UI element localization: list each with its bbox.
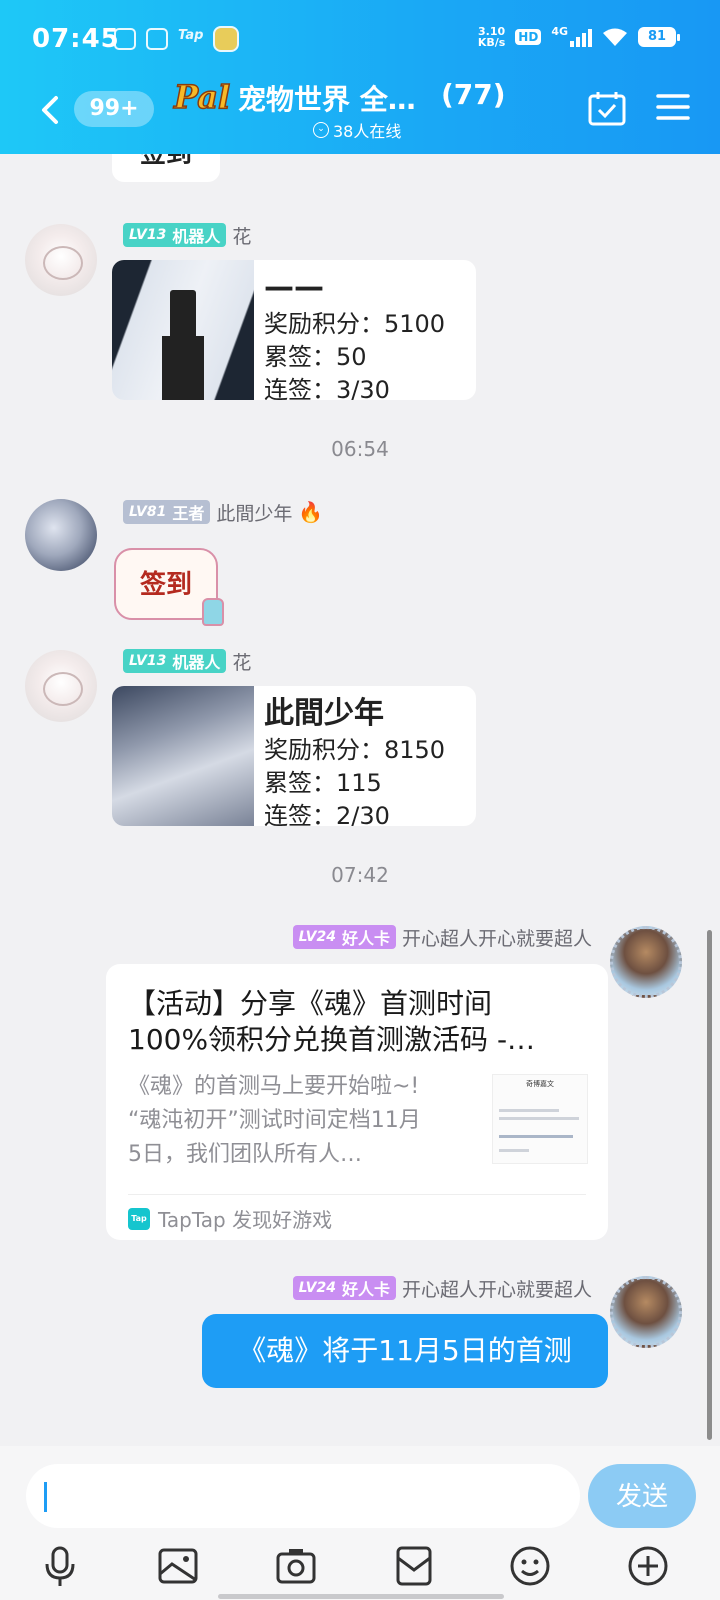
battery-icon: 81 [638,27,680,47]
sender-row: LV24 好人卡 开心超人开心就要超人 [292,924,592,951]
sender-row: LV13 机器人 花 [123,648,251,674]
message-bubble[interactable]: 《魂》将于11月5日的首测 [202,1314,608,1388]
mic-icon[interactable] [38,1544,82,1588]
back-button[interactable] [36,90,66,130]
checkin-card[interactable]: —— 奖励积分：5100 累签：50 连签：3/30 [112,260,476,400]
total-checkin-text: 累签：50 [264,343,367,371]
message-input[interactable] [26,1464,580,1528]
camera-icon[interactable] [274,1544,318,1588]
home-indicator[interactable] [218,1594,504,1599]
chat-area[interactable]: 签到 LV13 机器人 花 —— 奖励积分：5100 累签：50 连签：3/30 … [0,154,720,1446]
streak-text: 连签：3/30 [264,376,390,400]
shared-link-card[interactable]: 【活动】分享《魂》首测时间 100%领积分兑换首测激活码 -… 《魂》的首测马上… [106,964,608,1240]
card-title: 此間少年 [264,696,384,731]
total-checkin-text: 累签：115 [264,769,382,797]
streak-text: 连签：2/30 [264,802,390,826]
emoji-icon[interactable] [508,1544,552,1588]
input-toolbar [0,1538,720,1594]
nav-row: 99+ Pal 宠物世界 全… (77) ⌄ 38人在线 [0,70,720,150]
doc-icon [114,28,136,50]
bottle-icon [202,598,224,626]
online-status[interactable]: ⌄ 38人在线 [313,118,401,142]
divider [128,1194,586,1195]
scrollbar[interactable] [707,930,712,1440]
level-badge: LV81 王者 [123,500,211,524]
level-badge: LV13 机器人 [123,223,227,247]
card-image [112,260,254,400]
send-button[interactable]: 发送 [588,1464,696,1528]
time-separator: 07:42 [331,863,389,887]
sender-name[interactable]: 此間少年 [216,499,292,526]
avatar[interactable] [25,650,97,722]
points-text: 奖励积分：5100 [264,310,446,338]
group-logo: Pal [172,77,231,117]
status-bar: 07:45 Tap 3.10 KB/s HD 4G 81 [0,0,720,80]
link-title: 【活动】分享《魂》首测时间 100%领积分兑换首测激活码 -… [128,987,536,1056]
text-caret [44,1482,47,1512]
notification-icons: Tap [114,26,240,52]
message-bubble[interactable]: 签到 [112,154,220,182]
hd-icon: HD [515,29,542,45]
fire-icon: 🔥 [298,500,324,524]
input-area: 发送 [0,1446,720,1600]
link-thumbnail: 奇博嘉文 [492,1074,588,1164]
link-description: 《魂》的首测马上要开始啦~! “魂沌初开”测试时间定档11月 5日，我们团队所有… [128,1074,421,1167]
sender-name[interactable]: 开心超人开心就要超人 [402,924,592,951]
plus-icon[interactable] [626,1544,670,1588]
points-text: 奖励积分：8150 [264,736,446,764]
back-arrow-icon [42,96,58,124]
svg-text:Pal: Pal [173,78,230,116]
sticker[interactable]: 签到 [112,546,226,626]
sender-row: LV13 机器人 花 [123,222,251,248]
avatar[interactable] [25,499,97,571]
face-icon [146,28,168,50]
checkin-calendar-icon[interactable] [588,90,626,126]
unread-count-badge[interactable]: 99+ [74,91,154,127]
sender-name[interactable]: 花 [232,648,251,675]
taptap-logo-icon: Tap [128,1207,150,1230]
wifi-icon [602,27,628,47]
checkin-card[interactable]: 此間少年 奖励积分：8150 累签：115 连签：2/30 [112,686,476,826]
tap-icon: Tap [178,28,204,43]
avatar[interactable] [610,926,682,998]
signal-icon: 4G [551,26,592,47]
level-badge: LV24 好人卡 [292,925,396,949]
card-image [112,686,254,826]
clock: 07:45 [32,24,120,54]
level-badge: LV13 机器人 [123,649,227,673]
sender-row: LV81 王者 此間少年 🔥 [123,499,323,525]
file-icon[interactable] [392,1544,436,1588]
time-separator: 06:54 [331,437,389,461]
sender-name[interactable]: 开心超人开心就要超人 [402,1275,592,1302]
card-title: —— [264,270,324,305]
menu-icon[interactable] [656,92,690,122]
game-icon [213,26,240,52]
avatar[interactable] [25,224,97,296]
member-count[interactable]: (77) [441,78,506,111]
level-badge: LV24 好人卡 [292,1276,396,1300]
system-icons: 3.10 KB/s HD 4G 81 [477,25,680,49]
avatar[interactable] [610,1276,682,1348]
sender-name[interactable]: 花 [232,222,251,249]
image-icon[interactable] [156,1544,200,1588]
online-chevron-icon: ⌄ [313,122,329,138]
chat-header: 07:45 Tap 3.10 KB/s HD 4G 81 99+ Pal 宠物世… [0,0,720,154]
group-title[interactable]: 宠物世界 全… [238,78,416,118]
link-source: Tap TapTap 发现好游戏 [128,1204,332,1233]
network-speed: 3.10 KB/s [477,25,506,49]
sender-row: LV24 好人卡 开心超人开心就要超人 [292,1275,592,1302]
